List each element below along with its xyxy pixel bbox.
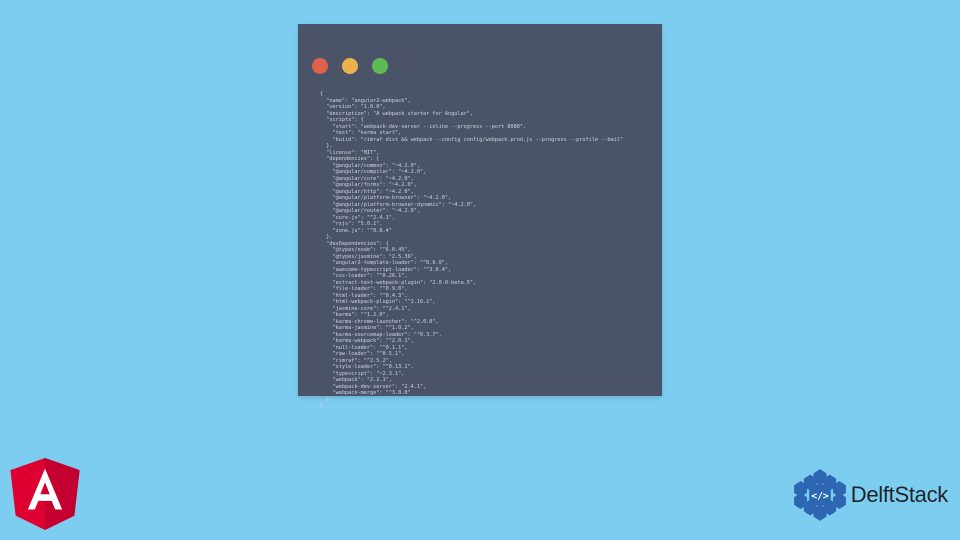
delftstack-wordmark: DelftStack	[851, 482, 948, 508]
terminal-window: { "name": "angular2-webpack", "version":…	[298, 24, 662, 396]
window-traffic-lights	[312, 58, 388, 74]
minimize-icon[interactable]	[342, 58, 358, 74]
package-json-code: { "name": "angular2-webpack", "version":…	[320, 91, 646, 410]
code-bracket-icon: </>	[811, 491, 829, 502]
delftstack-badge-icon: </>	[793, 468, 847, 522]
close-icon[interactable]	[312, 58, 328, 74]
angular-logo-icon	[10, 458, 80, 530]
zoom-icon[interactable]	[372, 58, 388, 74]
delftstack-logo: </> DelftStack	[793, 468, 948, 522]
